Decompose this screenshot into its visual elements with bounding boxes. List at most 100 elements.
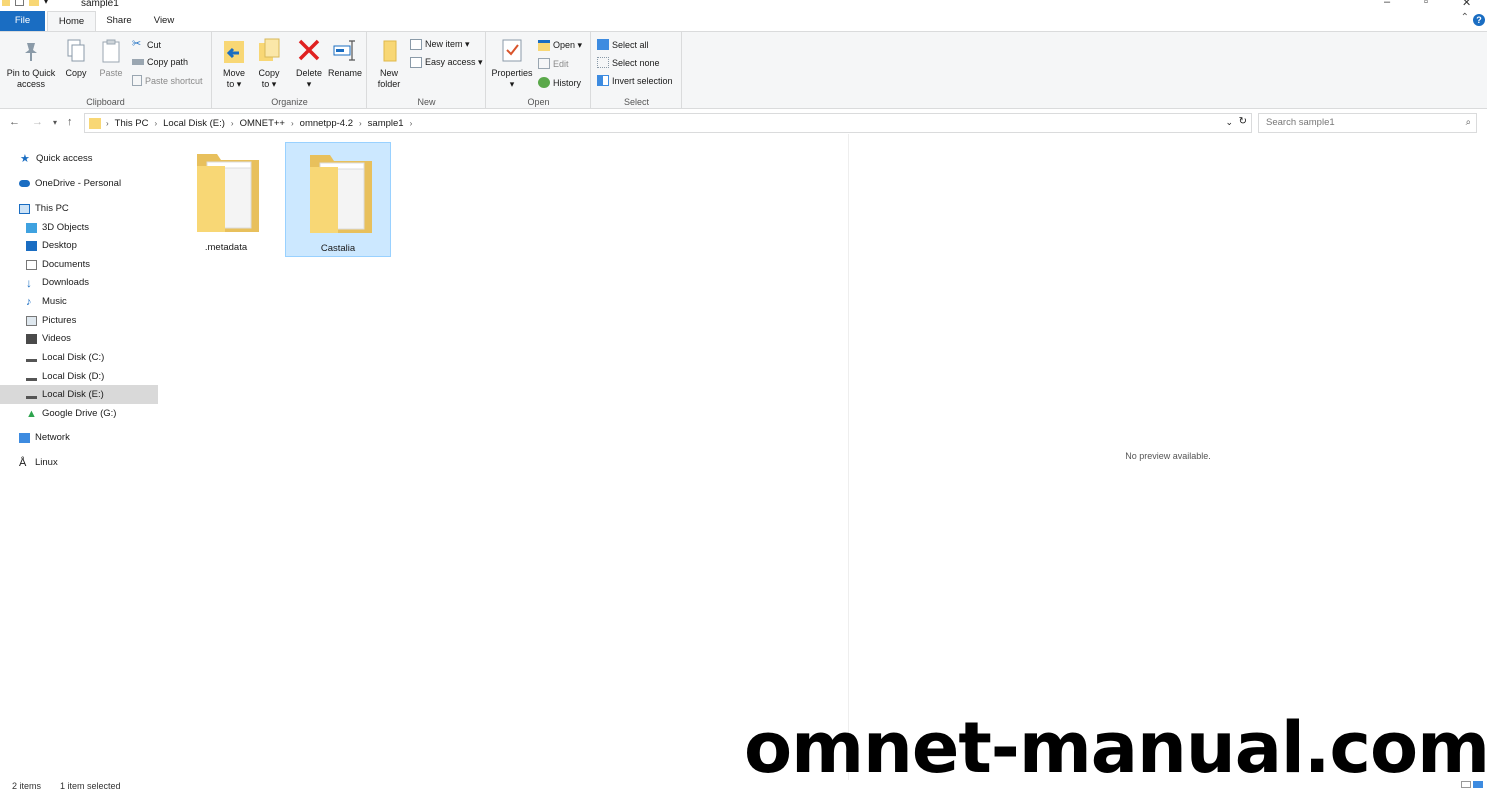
copy-path-button[interactable]: Copy path — [132, 57, 188, 67]
nav-label: Documents — [42, 259, 91, 270]
close-button[interactable]: ✕ — [1462, 0, 1471, 9]
nav-network[interactable]: Network — [0, 428, 158, 447]
nav-quick-access[interactable]: ★ Quick access — [0, 149, 158, 168]
nav-downloads[interactable]: ↓ Downloads — [0, 273, 158, 292]
pin-label-1: Pin to Quick — [6, 68, 56, 78]
search-input[interactable]: Search sample1 ⌕ — [1258, 113, 1477, 133]
open-group: Properties ▾ Open ▾ Edit History Open — [487, 32, 591, 109]
properties-label-1: Properties — [491, 68, 533, 78]
tab-view[interactable]: View — [143, 11, 185, 31]
nav-label: OneDrive - Personal — [35, 178, 122, 189]
nav-disk-d[interactable]: Local Disk (D:) — [0, 367, 158, 386]
properties-icon — [502, 39, 522, 62]
select-none-button[interactable]: Select none — [597, 57, 660, 68]
forward-arrow-icon[interactable]: → — [32, 116, 43, 128]
ribbon-tabs: File Home Share View — [0, 11, 1487, 31]
chevron-right-icon[interactable]: › — [289, 119, 296, 128]
chevron-right-icon[interactable]: › — [357, 119, 364, 128]
crumb-this-pc[interactable]: This PC — [111, 118, 153, 129]
folder-item[interactable]: .metadata — [173, 142, 279, 257]
maximize-button[interactable]: ▫ — [1424, 0, 1428, 8]
tab-home[interactable]: Home — [47, 11, 96, 31]
minimize-button[interactable]: – — [1384, 0, 1390, 8]
copy-to-button[interactable]: Copy to ▾ — [253, 37, 285, 90]
nav-desktop[interactable]: Desktop — [0, 236, 158, 255]
breadcrumb[interactable]: › This PC › Local Disk (E:) › OMNET++ › … — [84, 113, 1252, 133]
nav-videos[interactable]: Videos — [0, 329, 158, 348]
chevron-right-icon[interactable]: › — [104, 119, 111, 128]
nav-label: This PC — [35, 203, 69, 214]
copy-path-icon — [132, 59, 144, 65]
open-button[interactable]: Open ▾ — [538, 40, 582, 51]
nav-onedrive[interactable]: OneDrive - Personal — [0, 174, 158, 193]
folder-icon — [310, 155, 372, 233]
nav-disk-c[interactable]: Local Disk (C:) — [0, 348, 158, 367]
pin-quick-access-button[interactable]: Pin to Quick access — [4, 37, 58, 90]
history-button[interactable]: History — [538, 77, 581, 88]
download-icon: ↓ — [26, 275, 32, 290]
chevron-right-icon[interactable]: › — [408, 119, 415, 128]
preview-message: No preview available. — [1125, 451, 1211, 461]
up-arrow-icon[interactable]: ↑ — [67, 116, 73, 128]
move-to-button[interactable]: Move to ▾ — [218, 37, 250, 90]
customize-toolbar-icon[interactable]: ▾ — [44, 0, 48, 6]
cut-button[interactable]: ✂ Cut — [132, 39, 161, 50]
properties-icon[interactable] — [15, 0, 24, 6]
nav-3d-objects[interactable]: 3D Objects — [0, 218, 158, 237]
back-arrow-icon[interactable]: ← — [9, 116, 20, 128]
nav-label: Network — [35, 432, 70, 443]
pin-icon — [25, 43, 37, 61]
new-folder-label-2: folder — [377, 79, 401, 89]
nav-this-pc[interactable]: This PC — [0, 199, 158, 218]
nav-documents[interactable]: Documents — [0, 255, 158, 274]
nav-label: Local Disk (D:) — [42, 371, 105, 382]
help-icon[interactable]: ? — [1473, 14, 1485, 26]
easy-access-button[interactable]: Easy access ▾ — [410, 57, 483, 68]
crumb-omnetpp[interactable]: omnetpp-4.2 — [296, 118, 357, 129]
tab-file[interactable]: File — [0, 11, 45, 31]
edit-icon — [538, 58, 550, 69]
folder-item[interactable]: Castalia — [285, 142, 391, 257]
select-none-icon — [597, 57, 609, 68]
delete-label-1: Delete — [295, 68, 322, 78]
edit-button[interactable]: Edit — [538, 58, 569, 69]
copy-to-label-2: to ▾ — [261, 79, 277, 89]
drive-icon — [26, 391, 37, 399]
copy-button[interactable]: Copy — [62, 37, 90, 79]
scissors-icon: ✂ — [132, 38, 142, 50]
paste-button[interactable]: Paste — [96, 37, 126, 79]
nav-linux[interactable]: Å Linux — [0, 453, 158, 472]
nav-google-drive[interactable]: ▲ Google Drive (G:) — [0, 404, 158, 423]
drive-icon — [26, 373, 37, 381]
delete-button[interactable]: Delete ▾ — [293, 37, 325, 90]
copy-icon — [67, 39, 85, 62]
properties-button[interactable]: Properties ▾ — [490, 37, 534, 90]
new-folder-icon[interactable] — [29, 0, 39, 6]
collapse-ribbon-icon[interactable]: ⌃ — [1461, 12, 1469, 23]
chevron-right-icon[interactable]: › — [229, 119, 236, 128]
new-folder-button[interactable]: New folder — [372, 37, 406, 90]
nav-disk-e[interactable]: Local Disk (E:) — [0, 385, 158, 404]
nav-label: Linux — [35, 457, 58, 468]
refresh-icon[interactable]: ↻ — [1239, 116, 1247, 127]
chevron-right-icon[interactable]: › — [152, 119, 159, 128]
penguin-icon: Å — [19, 456, 27, 469]
nav-label: Google Drive (G:) — [42, 408, 117, 419]
rename-button[interactable]: Rename — [327, 37, 363, 79]
nav-pictures[interactable]: Pictures — [0, 311, 158, 330]
recent-locations-icon[interactable]: ▾ — [53, 118, 57, 127]
new-item-button[interactable]: New item ▾ — [410, 39, 470, 50]
select-all-button[interactable]: Select all — [597, 39, 649, 50]
nav-music[interactable]: ♪ Music — [0, 292, 158, 311]
nav-label: Pictures — [42, 315, 77, 326]
crumb-sample1[interactable]: sample1 — [364, 118, 408, 129]
new-folder-icon — [383, 40, 397, 62]
invert-selection-button[interactable]: Invert selection — [597, 75, 673, 86]
address-dropdown-icon[interactable]: ⌄ — [1225, 117, 1233, 128]
crumb-omnet[interactable]: OMNET++ — [236, 118, 289, 129]
cut-label: Cut — [147, 39, 162, 50]
crumb-local-disk-e[interactable]: Local Disk (E:) — [159, 118, 229, 129]
paste-shortcut-button[interactable]: Paste shortcut — [132, 75, 203, 86]
tab-share[interactable]: Share — [98, 11, 140, 31]
move-to-icon — [224, 41, 244, 63]
